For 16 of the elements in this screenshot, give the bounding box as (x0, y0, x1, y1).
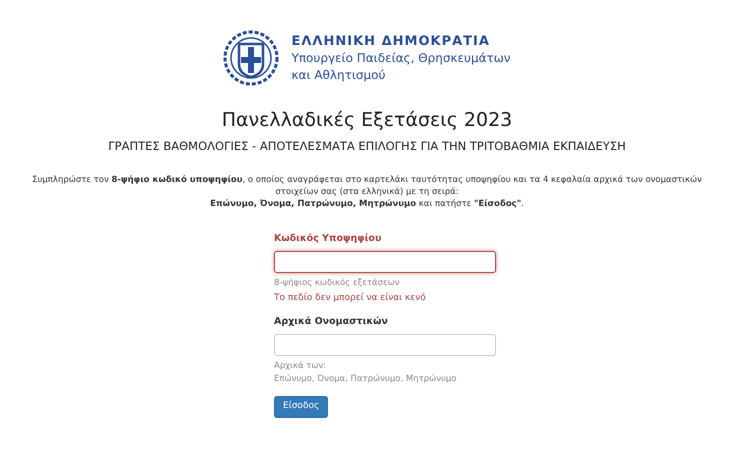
page-subtitle: ΓΡΑΠΤΕΣ ΒΑΘΜΟΛΟΓΙΕΣ - ΑΠΟΤΕΛΕΣΜΑΤΑ ΕΠΙΛΟΓΗΣ ΓΙΑ ΤΗΝ ΤΡΙΤΟΒΑΘΜΙΑ ΕΚΠΑΙΔΕΥΣΗ (108, 138, 626, 154)
input-field[interactable] (274, 251, 496, 273)
field-label: Κωδικός Υποψηφίου (274, 232, 382, 246)
help-text: 8-ψήφιος κωδικός εξετάσεων (274, 277, 400, 290)
error-message: Το πεδίο δεν μπορεί να είναι κενό (274, 292, 427, 305)
instructions-text: Συμπληρώστε τον 8-ψήφιο κωδικό υποψηφίου, ο οποίος αναγράφεται στο καρτελάκι ταυτότητας υποψηφίου και τα 4 κεφαλαία αρχικά των ονομαστικών στοιχείων σας (στα ελληνικά) με τη σειρά: (31, 174, 703, 198)
field-label: Αρχικά Ονομαστικών (274, 315, 389, 329)
emblem-icon (223, 30, 280, 86)
ministry-name: Υπουργείο Παιδείας, Θρησκευμάτων (291, 50, 511, 66)
ministry-name: και Αθλητισμού (291, 66, 386, 84)
submit-button[interactable]: Είσοδος (274, 396, 328, 418)
help-text: Επώνυμο, Όνομα, Πατρώνυμο, Μητρώνυμο (274, 373, 458, 386)
page-title: Πανελλαδικές Εξετάσεις 2023 (222, 108, 512, 132)
header-title: ΕΛΛΗΝΙΚΗ ΔΗΜΟΚΡΑΤΙΑ (291, 32, 491, 50)
help-text: Αρχικά των: (274, 360, 328, 373)
instructions-text: Επώνυμο, Όνομα, Πατρώνυμο, Μητρώνυμο και πατήστε "Είσοδος". (210, 198, 524, 210)
